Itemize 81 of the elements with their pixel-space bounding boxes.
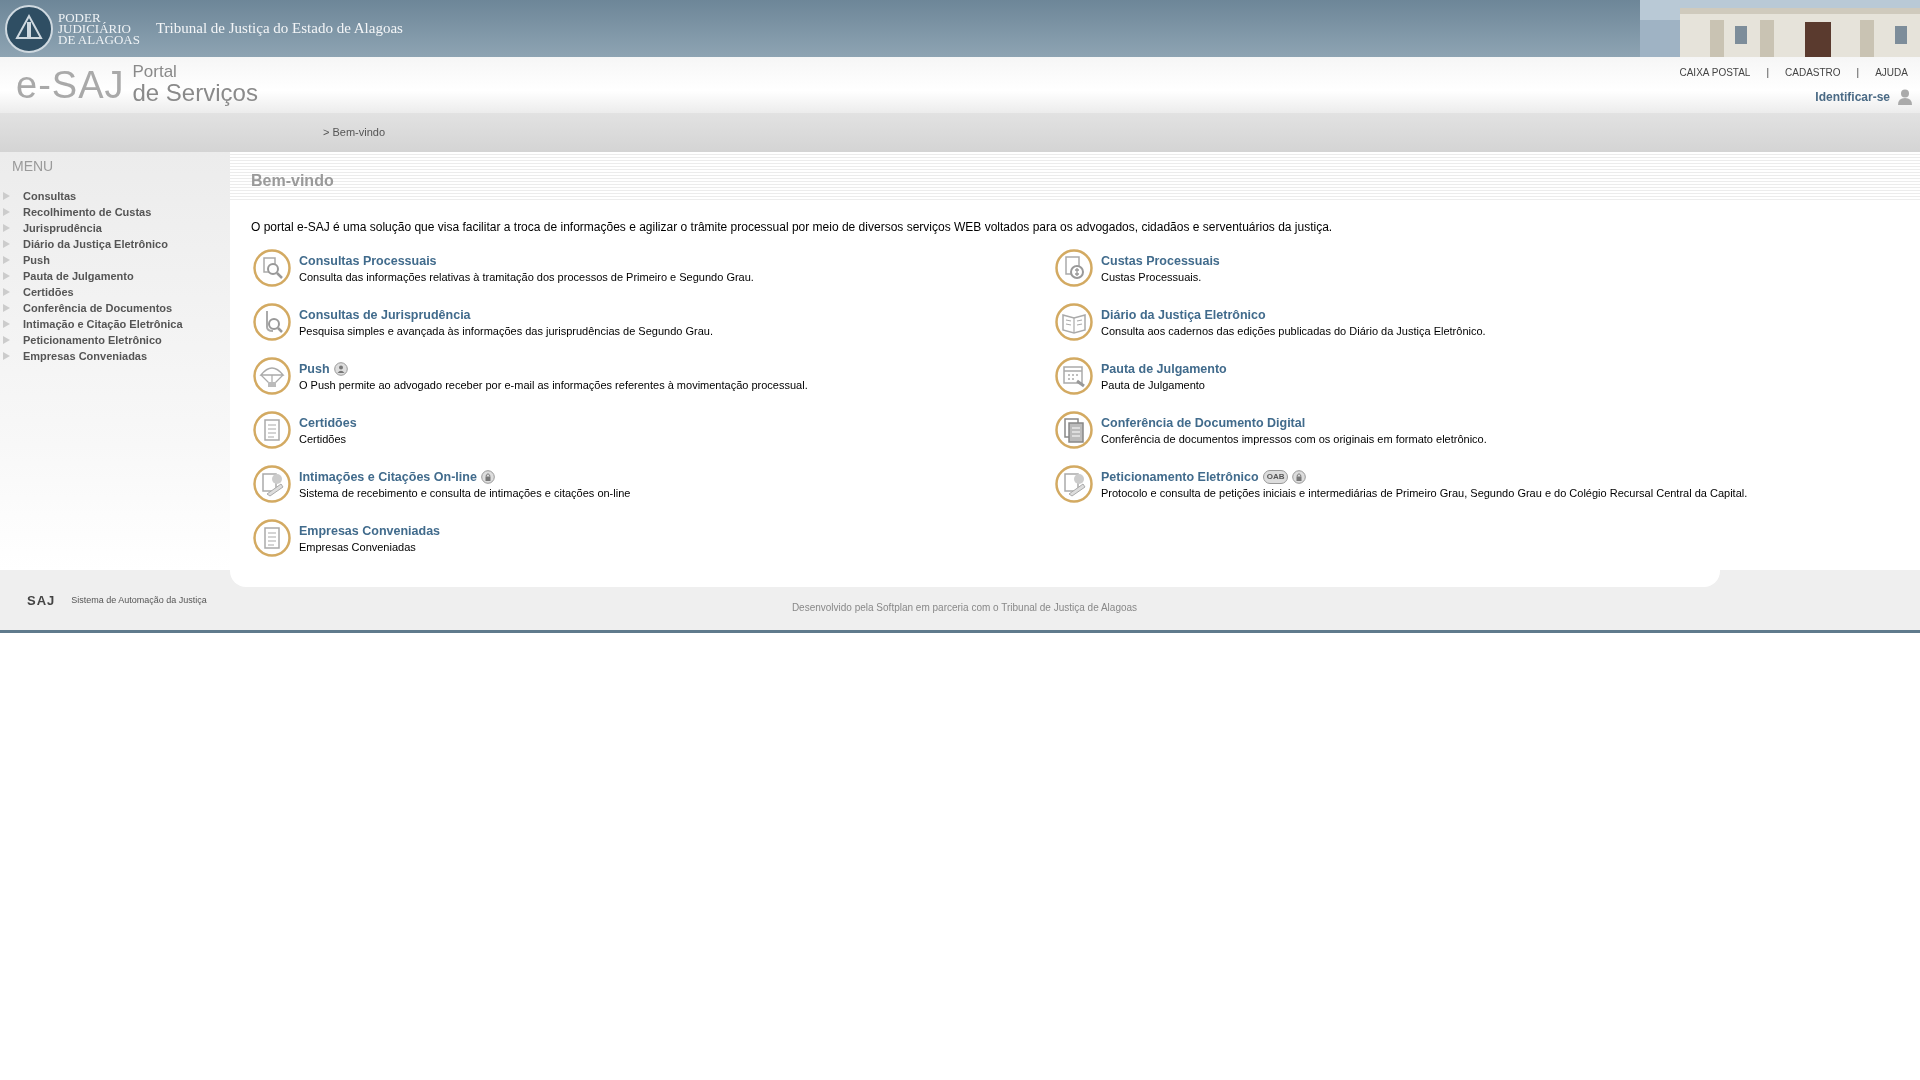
service-description: Pauta de Julgamento bbox=[1101, 378, 1206, 393]
top-link[interactable]: AJUDA bbox=[1875, 65, 1908, 80]
bullet-icon bbox=[3, 320, 10, 328]
user-icon bbox=[333, 362, 348, 376]
service-link[interactable]: Intimações e Citações On-line bbox=[299, 467, 477, 487]
service-description: Sistema de recebimento e consulta de intimações e citações on-line bbox=[299, 486, 631, 501]
login-link[interactable]: Identificar-se bbox=[1815, 88, 1890, 106]
user-icon bbox=[1898, 89, 1912, 105]
bullet-icon bbox=[3, 288, 10, 296]
stamped-document-icon bbox=[253, 465, 291, 503]
bullet-icon bbox=[3, 352, 10, 360]
menu-item[interactable]: Jurisprudência bbox=[23, 220, 102, 236]
service-link[interactable]: Consultas de Jurisprudência bbox=[299, 305, 471, 325]
document-icon bbox=[253, 411, 291, 449]
service-link[interactable]: Certidões bbox=[299, 413, 357, 433]
site-title: Tribunal de Justiça do Estado de Alagoas bbox=[156, 19, 403, 39]
service-link[interactable]: Pauta de Julgamento bbox=[1101, 359, 1227, 379]
separator-text: | bbox=[1766, 66, 1770, 80]
stamped-document-icon bbox=[1055, 465, 1093, 503]
menu-item[interactable]: Conferência de Documentos bbox=[23, 300, 173, 316]
breadcrumb: > Bem-vindo bbox=[323, 125, 386, 141]
logo-text: SAJ bbox=[27, 592, 56, 610]
bullet-icon bbox=[3, 272, 10, 280]
logo-text: e-SAJ bbox=[16, 66, 125, 104]
service-description: Certidões bbox=[299, 432, 348, 447]
intro-text: O portal e-SAJ é uma solução que visa facilitar a troca de informações e agilizar o trâmite processual por meio de diversos serviços WEB voltados para os advogados, cidadãos e serventuários da justiça. bbox=[251, 219, 1334, 236]
calendar-icon bbox=[1055, 357, 1093, 395]
lock-icon bbox=[480, 470, 495, 484]
system-name: Sistema de Automação da Justiça bbox=[71, 594, 207, 607]
logo-text: JUDICIÁRIO bbox=[58, 23, 132, 34]
top-link[interactable]: CAIXA POSTAL bbox=[1679, 65, 1751, 80]
service-description: Pesquisa simples e avançada às informações das jurisprudências de Segundo Grau. bbox=[299, 324, 713, 339]
menu-item[interactable]: Pauta de Julgamento bbox=[23, 268, 134, 284]
service-description: O Push permite ao advogado receber por e-mail as informações referentes à movimentação processual. bbox=[299, 378, 808, 393]
document-icon bbox=[253, 519, 291, 557]
bullet-icon bbox=[3, 208, 10, 216]
menu-item[interactable]: Empresas Conveniadas bbox=[23, 348, 148, 364]
badge-text: OAB bbox=[1262, 470, 1289, 484]
bullet-icon bbox=[3, 256, 10, 264]
logo-text: de Serviços bbox=[132, 78, 258, 107]
emblem-icon bbox=[4, 3, 54, 54]
service-link[interactable]: Diário da Justiça Eletrônico bbox=[1101, 305, 1266, 325]
service-description: Empresas Conveniadas bbox=[299, 540, 417, 555]
magnifier-icon bbox=[253, 303, 291, 341]
top-link[interactable]: CADASTRO bbox=[1785, 65, 1841, 80]
service-link[interactable]: Empresas Conveniadas bbox=[299, 521, 441, 541]
menu-item[interactable]: Recolhimento de Custas bbox=[23, 204, 152, 220]
magnifier-icon bbox=[253, 249, 291, 287]
logo-text: DE ALAGOAS bbox=[58, 34, 140, 45]
logo-text: PODER bbox=[58, 12, 101, 23]
documents-icon bbox=[1055, 411, 1093, 449]
service-link[interactable]: Peticionamento Eletrônico bbox=[1101, 467, 1259, 487]
coin-icon bbox=[1055, 249, 1093, 287]
menu-item[interactable]: Diário da Justiça Eletrônico bbox=[23, 236, 168, 252]
credits-text: Desenvolvido pela Softplan em parceria com o Tribunal de Justiça de Alagoas bbox=[791, 601, 1138, 615]
service-description: Conferência de documentos impressos com os originais em formato eletrônico. bbox=[1101, 432, 1487, 447]
menu-item[interactable]: Consultas bbox=[23, 188, 77, 204]
menu-item[interactable]: Peticionamento Eletrônico bbox=[23, 332, 162, 348]
service-link[interactable]: Conferência de Documento Digital bbox=[1101, 413, 1306, 433]
bullet-icon bbox=[3, 336, 10, 344]
logo-text: Portal bbox=[132, 63, 178, 79]
page-heading: Bem-vindo bbox=[251, 172, 334, 189]
menu-item[interactable]: Certidões bbox=[23, 284, 74, 300]
separator-text: | bbox=[1856, 66, 1860, 80]
menu-item[interactable]: Push bbox=[23, 252, 50, 268]
lock-icon bbox=[1292, 470, 1307, 484]
service-link[interactable]: Custas Processuais bbox=[1101, 251, 1220, 271]
service-description: Custas Processuais. bbox=[1101, 270, 1203, 285]
service-description: Protocolo e consulta de petições iniciais e intermediárias de Primeiro Grau, Segundo Grau e do Colégio Recursal Central da Capital. bbox=[1101, 486, 1748, 501]
service-link[interactable]: Push bbox=[299, 359, 330, 379]
bullet-icon bbox=[3, 224, 10, 232]
bullet-icon bbox=[3, 304, 10, 312]
parachute-icon bbox=[253, 357, 291, 395]
service-description: Consulta aos cadernos das edições publicadas do Diário da Justiça Eletrônico. bbox=[1101, 324, 1486, 339]
book-icon bbox=[1055, 303, 1093, 341]
bullet-icon bbox=[3, 240, 10, 248]
menu-title: MENU bbox=[11, 157, 55, 176]
service-description: Consulta das informações relativas à tramitação dos processos de Primeiro e Segundo Grau. bbox=[299, 270, 754, 285]
service-link[interactable]: Consultas Processuais bbox=[299, 251, 437, 271]
menu-item[interactable]: Intimação e Citação Eletrônica bbox=[23, 316, 183, 332]
bullet-icon bbox=[3, 192, 10, 200]
